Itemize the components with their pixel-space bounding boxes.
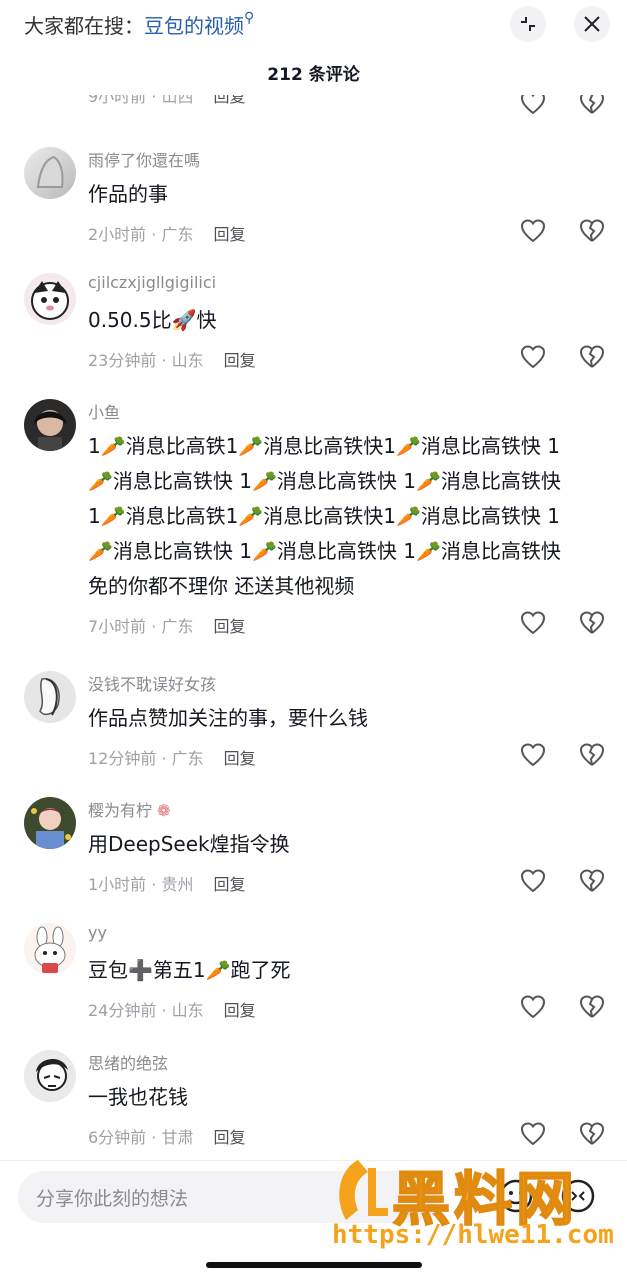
like-icon[interactable] [519, 993, 547, 1021]
reply-button[interactable]: 回复 [224, 1001, 256, 1020]
close-icon [584, 16, 600, 32]
dislike-icon[interactable] [578, 217, 606, 245]
search-suggestion[interactable]: 大家都在搜：豆包的视频⚲ [24, 10, 254, 39]
comment-text: 豆包➕第五1🥕跑了死 [88, 958, 291, 982]
dislike-icon[interactable] [578, 867, 606, 895]
comment-text: 1🥕消息比高铁1🥕消息比高铁快1🥕消息比高铁快 1 🥕消息比高铁快 1🥕消息比高… [88, 434, 561, 598]
comment-username[interactable]: 思绪的绝弦 [88, 1050, 168, 1074]
avatar[interactable] [24, 923, 76, 975]
comment-list[interactable]: 9小时前 · 山西 回复 雨停了你還在嗎 作品的事 2小时前 · 广东 回复 cji… [0, 95, 627, 1160]
like-icon[interactable] [519, 217, 547, 245]
comment-text: 用DeepSeek煌指令换 [88, 832, 290, 856]
comment-username[interactable]: 樱为有柠 ❁ [88, 797, 171, 821]
comment-meta: 24分钟前 · 山东 回复 [88, 1001, 256, 1020]
comment-username[interactable]: 雨停了你還在嗎 [88, 147, 200, 171]
reply-button[interactable]: 回复 [213, 225, 245, 244]
dislike-icon[interactable] [578, 741, 606, 769]
collapse-button[interactable] [510, 6, 546, 42]
reply-button[interactable]: 回复 [224, 749, 256, 768]
comment-input-placeholder: 分享你此刻的想法 [36, 1188, 189, 1210]
comment-text: 0.50.5比🚀快 [88, 308, 217, 332]
avatar[interactable] [24, 671, 76, 723]
comment-text: 作品的事 [88, 182, 168, 206]
badge-icon: ❁ [157, 801, 171, 820]
comment-meta: 12分钟前 · 广东 回复 [88, 749, 256, 768]
search-prefix: 大家都在搜： [24, 14, 144, 38]
search-keyword-link[interactable]: 豆包的视频 [144, 14, 244, 38]
reply-button[interactable]: 回复 [213, 95, 245, 106]
comment-text: 一我也花钱 [88, 1085, 188, 1109]
dislike-icon[interactable] [578, 609, 606, 637]
comment-meta: 1小时前 · 贵州 回复 [88, 875, 246, 894]
reply-button[interactable]: 回复 [213, 875, 245, 894]
home-indicator[interactable] [206, 1262, 422, 1268]
comment-username[interactable]: 没钱不耽误好女孩 [88, 671, 216, 695]
avatar[interactable] [24, 147, 76, 199]
avatar[interactable] [24, 273, 76, 325]
like-icon[interactable] [519, 867, 547, 895]
watermark-logo-icon [339, 1160, 388, 1220]
comment-meta: 6分钟前 · 甘肃 回复 [88, 1128, 246, 1147]
avatar[interactable] [24, 797, 76, 849]
dislike-icon[interactable] [578, 343, 606, 371]
dislike-icon[interactable] [578, 993, 606, 1021]
like-icon[interactable] [519, 1120, 547, 1148]
comment-username[interactable]: yy [88, 923, 107, 942]
comment-username[interactable]: 小鱼 [88, 399, 120, 423]
comment-count-title: 212 条评论 [267, 65, 360, 85]
like-icon[interactable] [519, 343, 547, 371]
comment-username[interactable]: cjilczxjigllgigilici [88, 273, 216, 292]
dislike-icon[interactable] [578, 95, 606, 117]
comments-header: 大家都在搜：豆包的视频⚲ 212 条评论 [0, 0, 627, 95]
search-icon: ⚲ [244, 10, 255, 26]
avatar[interactable] [24, 1050, 76, 1102]
avatar[interactable] [24, 399, 76, 451]
comment-meta: 23分钟前 · 山东 回复 [88, 351, 256, 370]
collapse-icon [521, 17, 535, 31]
comment-text: 作品点赞加关注的事，要什么钱 [88, 706, 368, 730]
reply-button[interactable]: 回复 [213, 617, 245, 636]
like-icon[interactable] [519, 95, 547, 117]
comment-meta: 7小时前 · 广东 回复 [88, 617, 246, 636]
close-button[interactable] [574, 6, 610, 42]
like-icon[interactable] [519, 609, 547, 637]
dislike-icon[interactable] [578, 1120, 606, 1148]
comment-meta: 2小时前 · 广东 回复 [88, 225, 246, 244]
reply-button[interactable]: 回复 [224, 351, 256, 370]
like-icon[interactable] [519, 741, 547, 769]
reply-button[interactable]: 回复 [213, 1128, 245, 1147]
